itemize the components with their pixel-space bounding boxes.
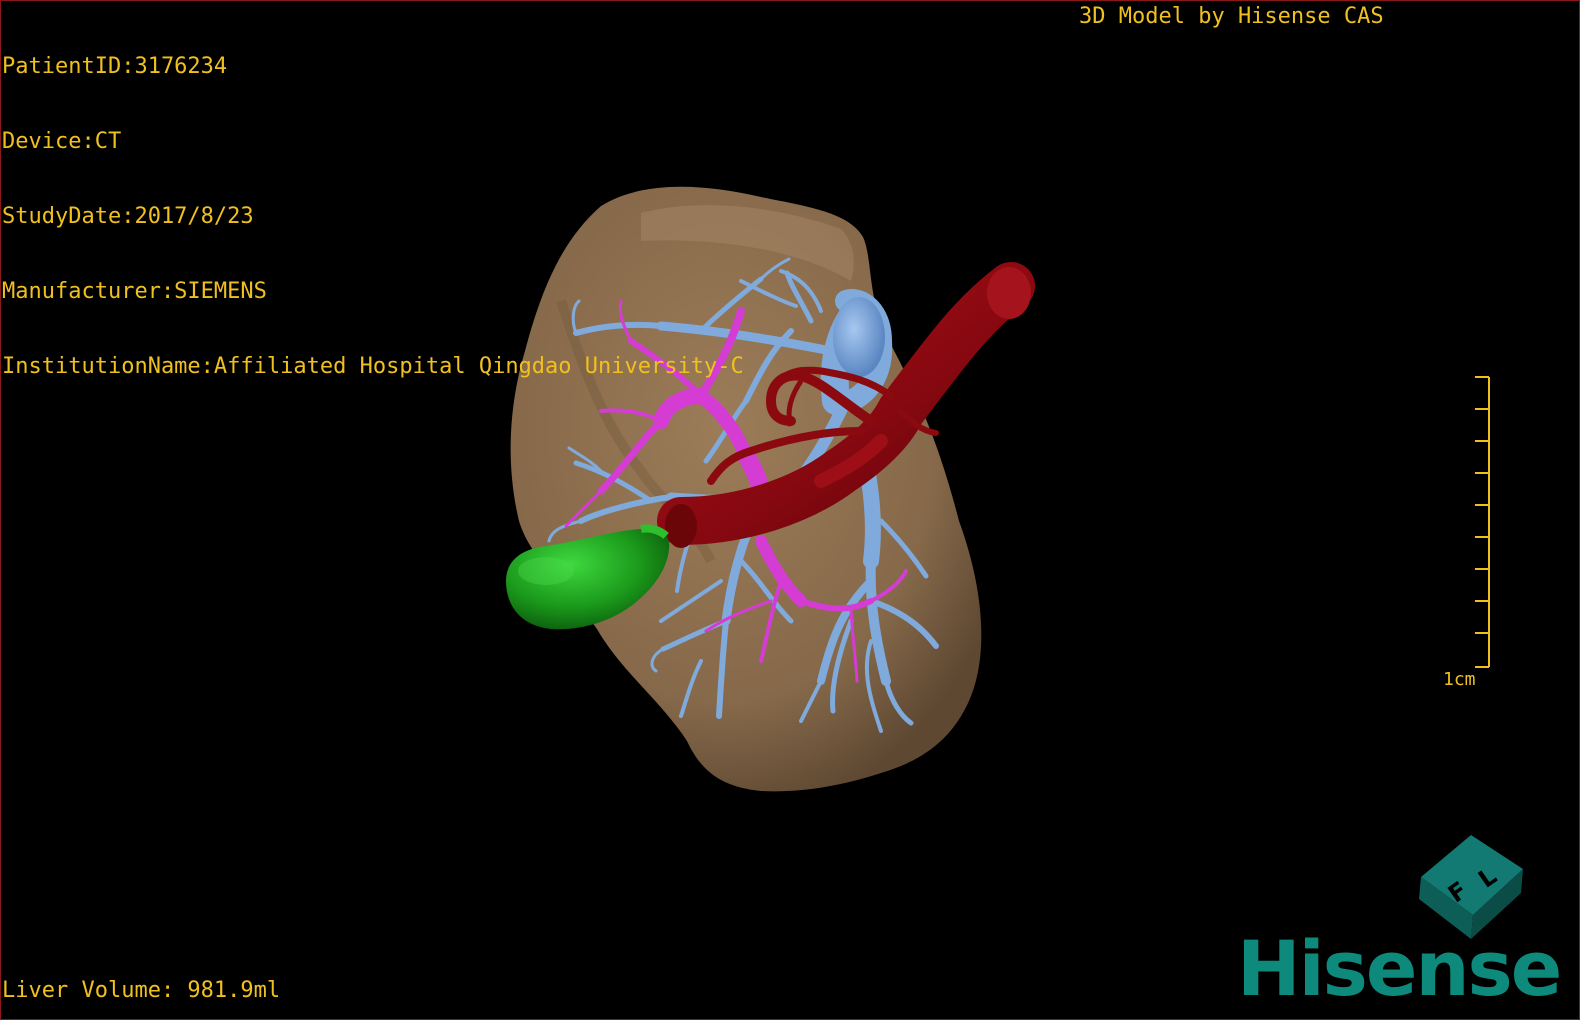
scale-label: 1cm [1443, 669, 1476, 690]
liver-volume-text: Liver Volume: 981.9ml [2, 978, 281, 1003]
patient-id-text: PatientID:3176234 [2, 54, 228, 79]
model-credit-text: 3D Model by Hisense CAS [1079, 4, 1384, 29]
dicom-info-block: PatientID:3176234 Device:CT StudyDate:20… [2, 4, 744, 429]
device-text: Device:CT [2, 129, 122, 154]
manufacturer-text: Manufacturer:SIEMENS [2, 279, 267, 304]
scale-bar [1475, 376, 1490, 668]
institution-text: InstitutionName:Affiliated Hospital Qing… [2, 354, 744, 379]
hisense-logo: Hisense [1237, 924, 1562, 1013]
study-date-text: StudyDate:2017/8/23 [2, 204, 254, 229]
3d-viewport[interactable]: PatientID:3176234 Device:CT StudyDate:20… [0, 0, 1580, 1020]
portal-vein-confluence [833, 297, 885, 377]
